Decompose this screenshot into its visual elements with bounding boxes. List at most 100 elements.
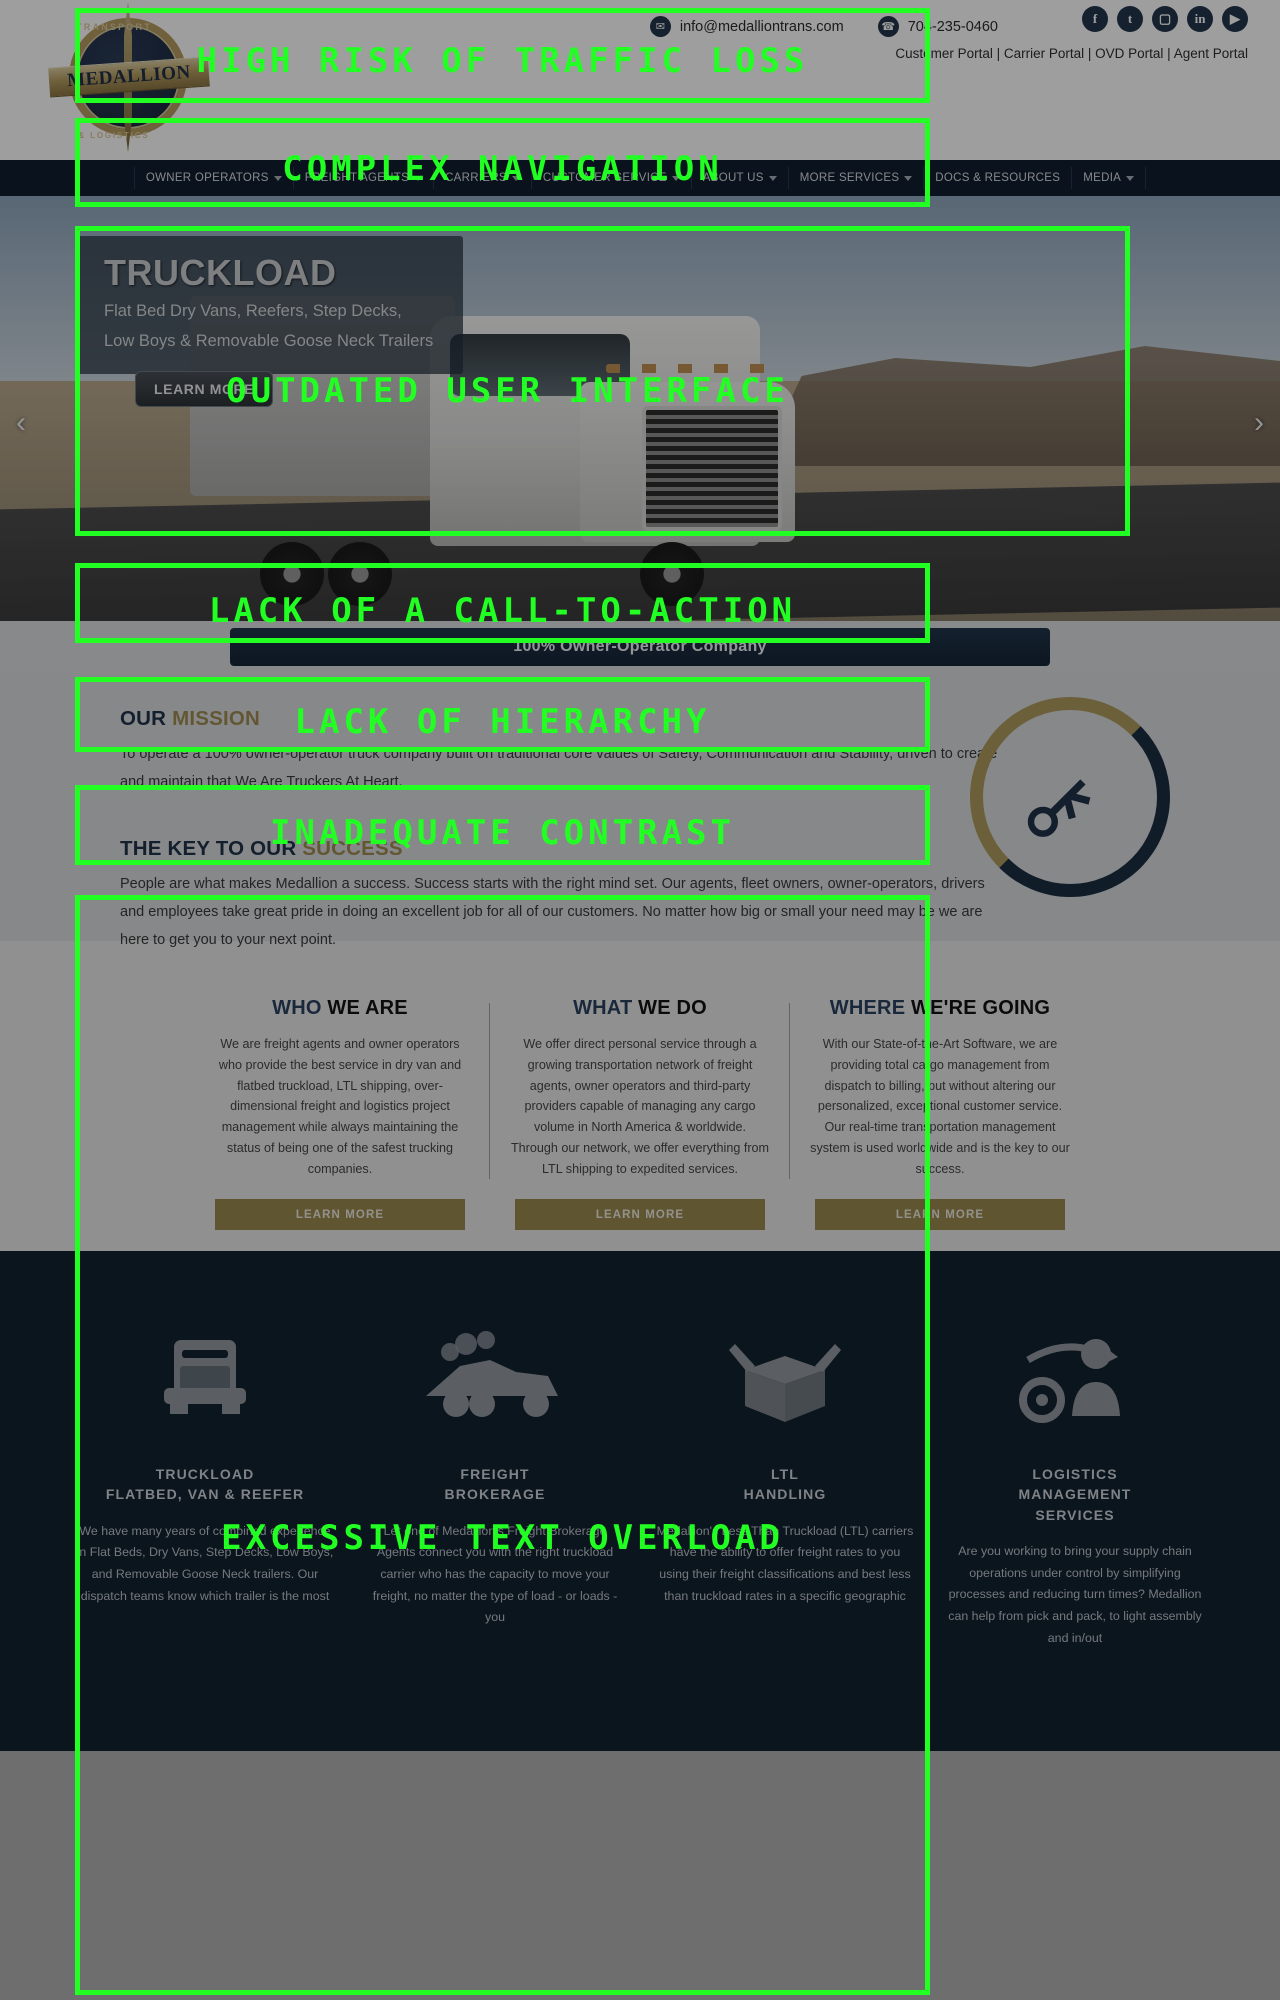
envelope-icon: ✉	[649, 16, 671, 37]
truck-front-icon	[74, 1311, 336, 1436]
chevron-down-icon	[1126, 175, 1135, 181]
twitter-icon[interactable]: t	[1117, 6, 1143, 32]
service-title-line-2: MANAGEMENT	[1018, 1486, 1132, 1503]
instagram-icon[interactable]: ▢	[1152, 6, 1178, 32]
service-title-line-3: SERVICES	[1035, 1506, 1115, 1523]
nav-item-owner-operators[interactable]: OWNER OPERATORS	[133, 167, 294, 189]
logo-top-text: TRANSPORT	[76, 22, 152, 32]
nav-items: OWNER OPERATORS FREIGHT AGENTS CARRIERS …	[133, 167, 1147, 189]
hero-slider: TRUCKLOAD Flat Bed Dry Vans, Reefers, St…	[0, 196, 1280, 621]
header-email[interactable]: info@medalliontrans.com	[680, 19, 844, 35]
service-ltl-handling[interactable]: LTL HANDLING Medallion's Less Than Truck…	[640, 1311, 930, 1649]
service-body: Let one of Medallion's Freight Brokerage…	[372, 1523, 618, 1625]
column-body: We are freight agents and owner operator…	[218, 1037, 462, 1176]
service-title: LTL HANDLING	[654, 1464, 916, 1505]
service-freight-brokerage[interactable]: FREIGHT BROKERAGE Let one of Medallion's…	[350, 1311, 640, 1649]
service-truckload[interactable]: TRUCKLOAD FLATBED, VAN & REEFER We have …	[60, 1311, 350, 1649]
logo-bottom-text: & LOGISTICS	[78, 131, 150, 140]
what-we-do-learn-more-button[interactable]: LEARN MORE	[515, 1199, 765, 1231]
nav-label: CARRIERS	[445, 172, 507, 184]
service-body: We have many years of combined experienc…	[76, 1523, 334, 1603]
truck-wheel	[328, 542, 392, 606]
nav-item-media[interactable]: MEDIA	[1072, 167, 1147, 189]
logo-brand-name: MEDALLION	[66, 61, 192, 92]
hero-subtitle-line-1: Flat Bed Dry Vans, Reefers, Step Decks,	[104, 302, 402, 320]
column-heading: WHAT WE DO	[510, 997, 770, 1020]
three-column-section: WHO WE ARE We are freight agents and own…	[0, 941, 1280, 1251]
site-logo[interactable]: TRANSPORT & LOGISTICS MEDALLION	[48, 2, 210, 152]
column-heading-accent: WHO	[272, 997, 322, 1019]
linkedin-icon[interactable]: in	[1187, 6, 1213, 32]
chevron-down-icon	[414, 175, 423, 181]
service-body: Medallion's Less Than Truckload (LTL) ca…	[656, 1523, 914, 1603]
success-heading-plain: THE KEY TO OUR	[120, 836, 303, 860]
hero-prev-arrow-icon[interactable]: ‹	[16, 406, 26, 440]
dimmed-website-screenshot: TRANSPORT & LOGISTICS MEDALLION ✉ info@m…	[0, 0, 1280, 2000]
nav-label: MORE SERVICES	[799, 172, 900, 184]
nav-label: DOCS & RESOURCES	[935, 172, 1061, 184]
mission-body: To operate a 100% owner-operator truck c…	[120, 746, 998, 791]
social-links: f t ▢ in ▶	[1082, 6, 1248, 32]
header-phone[interactable]: 704-235-0460	[908, 19, 998, 35]
nav-label: OWNER OPERATORS	[145, 172, 269, 184]
truck-marker-lights	[606, 364, 766, 373]
column-heading-plain: WE ARE	[321, 997, 408, 1019]
services-section: TRUCKLOAD FLATBED, VAN & REEFER We have …	[0, 1251, 1280, 1751]
service-title-line-1: TRUCKLOAD	[155, 1466, 255, 1482]
service-title-line-2: HANDLING	[743, 1486, 827, 1503]
column-heading-accent: WHERE	[829, 997, 906, 1019]
service-title-line-1: FREIGHT	[460, 1466, 530, 1482]
column-heading-accent: WHAT	[573, 997, 633, 1019]
portal-links[interactable]: Customer Portal | Carrier Portal | OVD P…	[895, 46, 1248, 61]
nav-label: ABOUT US	[702, 172, 764, 184]
nav-item-docs-resources[interactable]: DOCS & RESOURCES	[924, 167, 1073, 189]
service-title-line-1: LOGISTICS	[1032, 1466, 1118, 1482]
service-title: LOGISTICS MANAGEMENT SERVICES	[944, 1464, 1206, 1525]
hero-next-arrow-icon[interactable]: ›	[1254, 406, 1264, 440]
hero-title: TRUCKLOAD	[104, 252, 337, 293]
success-heading-accent: SUCCESS	[302, 836, 403, 860]
mission-section: OUR MISSION To operate a 100% owner-oper…	[0, 673, 1280, 948]
chevron-down-icon	[273, 175, 282, 181]
open-box-icon	[654, 1311, 916, 1436]
hero-learn-more-button[interactable]: LEARN MORE	[135, 371, 274, 407]
nav-label: FREIGHT AGENTS	[304, 172, 410, 184]
nav-item-about-us[interactable]: ABOUT US	[692, 167, 789, 189]
who-we-are-learn-more-button[interactable]: LEARN MORE	[215, 1199, 465, 1231]
service-body: Are you working to bring your supply cha…	[948, 1543, 1202, 1645]
column-heading: WHERE WE'RE GOING	[810, 997, 1070, 1020]
column-body: With our State-of-the-Art Software, we a…	[810, 1037, 1070, 1176]
chevron-down-icon	[671, 175, 680, 181]
column-body: We offer direct personal service through…	[510, 1037, 770, 1176]
key-icon: ⚷	[970, 697, 1170, 897]
column-what-we-do: WHAT WE DO We offer direct personal serv…	[489, 997, 790, 1231]
logistics-manager-icon	[944, 1311, 1206, 1436]
header-contact-info: ✉ info@medalliontrans.com ☎ 704-235-0460	[649, 16, 998, 37]
nav-item-customer-service[interactable]: CUSTOMER SERVICE	[532, 167, 692, 189]
truck-wheel	[260, 542, 324, 606]
nav-item-more-services[interactable]: MORE SERVICES	[789, 167, 925, 189]
column-heading-plain: WE'RE GOING	[905, 997, 1051, 1019]
services-row: TRUCKLOAD FLATBED, VAN & REEFER We have …	[0, 1311, 1280, 1649]
success-body: People are what makes Medallion a succes…	[120, 875, 985, 949]
truck-wheel	[640, 542, 704, 606]
nav-item-freight-agents[interactable]: FREIGHT AGENTS	[294, 167, 435, 189]
facebook-icon[interactable]: f	[1082, 6, 1108, 32]
column-heading: WHO WE ARE	[210, 997, 470, 1020]
mission-inner: OUR MISSION To operate a 100% owner-oper…	[120, 697, 1170, 954]
youtube-icon[interactable]: ▶	[1222, 6, 1248, 32]
chevron-down-icon	[904, 175, 913, 181]
column-who-we-are: WHO WE ARE We are freight agents and own…	[190, 997, 490, 1231]
phone-icon: ☎	[877, 16, 899, 37]
nav-label: MEDIA	[1083, 172, 1122, 184]
where-were-going-learn-more-button[interactable]: LEARN MORE	[815, 1199, 1065, 1231]
nav-item-carriers[interactable]: CARRIERS	[434, 167, 532, 189]
service-logistics-management[interactable]: LOGISTICS MANAGEMENT SERVICES Are you wo…	[930, 1311, 1220, 1649]
service-title: FREIGHT BROKERAGE	[364, 1464, 626, 1505]
semi-truck-side-icon	[364, 1311, 626, 1436]
chevron-down-icon	[511, 175, 520, 181]
hero-subtitle-line-2: Low Boys & Removable Goose Neck Trailers	[104, 331, 434, 350]
owner-operator-banner-strip: 100% Owner-Operator Company	[0, 621, 1280, 673]
column-where-were-going: WHERE WE'RE GOING With our State-of-the-…	[789, 997, 1090, 1231]
column-heading-plain: WE DO	[632, 997, 707, 1019]
